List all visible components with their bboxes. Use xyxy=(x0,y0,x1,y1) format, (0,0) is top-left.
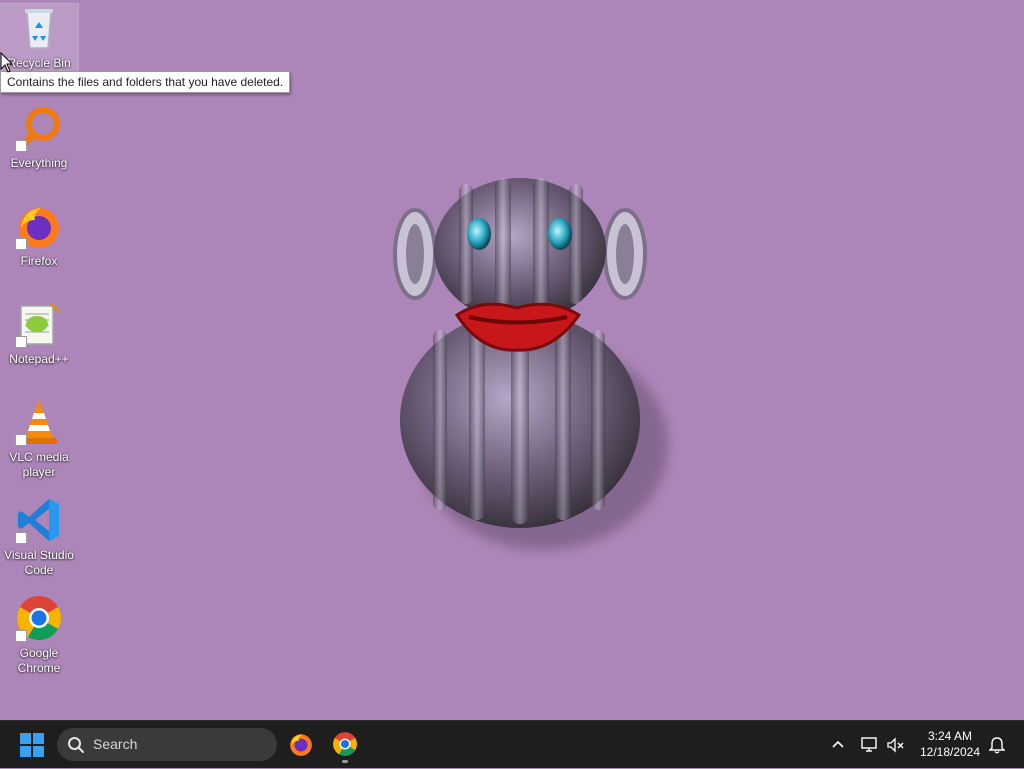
clock-time: 3:24 AM xyxy=(927,729,973,743)
desktop-icon-label: VLC media player xyxy=(9,450,69,479)
wallpaper-figure-image xyxy=(393,178,668,550)
chevron-up-icon xyxy=(832,740,844,748)
shortcut-arrow-icon xyxy=(15,630,27,642)
firefox-icon xyxy=(290,734,312,756)
clock-date: 12/18/2024 xyxy=(919,745,981,759)
shortcut-arrow-icon xyxy=(15,238,27,250)
desktop-icon-vscode[interactable]: Visual Studio Code xyxy=(0,496,78,578)
desktop-icon-label: Firefox xyxy=(20,254,58,268)
desktop-icon-label: Notepad++ xyxy=(9,352,69,366)
shortcut-arrow-icon xyxy=(15,336,27,348)
taskbar-app-firefox[interactable] xyxy=(283,727,319,761)
notepad-plus-plus-icon xyxy=(15,300,63,348)
chrome-icon xyxy=(333,732,357,756)
desktop[interactable]: Recycle Bin Everything Firefox Notepad++… xyxy=(0,0,1024,720)
tray-overflow-button[interactable] xyxy=(828,721,848,769)
desktop-icon-firefox[interactable]: Firefox xyxy=(0,202,78,269)
volume-button[interactable] xyxy=(884,721,908,769)
shortcut-arrow-icon xyxy=(15,532,27,544)
search-placeholder: Search xyxy=(93,736,138,752)
start-button[interactable] xyxy=(14,729,50,761)
running-indicator xyxy=(342,760,348,763)
vlc-cone-icon xyxy=(15,398,63,446)
recycle-bin-tooltip: Contains the files and folders that you … xyxy=(0,71,291,93)
recycle-bin-icon xyxy=(15,4,63,52)
desktop-icon-notepad-plus-plus[interactable]: Notepad++ xyxy=(0,300,78,367)
network-icon xyxy=(861,737,877,752)
network-button[interactable] xyxy=(858,721,882,769)
search-icon xyxy=(68,737,84,753)
desktop-icon-vlc[interactable]: VLC media player xyxy=(0,398,78,480)
everything-search-icon xyxy=(15,104,63,152)
volume-muted-icon xyxy=(887,737,904,753)
notification-button[interactable] xyxy=(986,721,1008,769)
vscode-icon xyxy=(15,496,63,544)
firefox-icon xyxy=(15,202,63,250)
taskbar: Search 3:24 AM 12/18/2024 xyxy=(0,720,1024,768)
notification-bell-icon xyxy=(989,737,1005,754)
mouse-cursor-icon xyxy=(0,52,14,73)
desktop-icon-everything[interactable]: Everything xyxy=(0,104,78,171)
taskbar-search-box[interactable]: Search xyxy=(57,728,277,761)
shortcut-arrow-icon xyxy=(15,434,27,446)
windows-logo-icon xyxy=(20,733,44,757)
desktop-icon-label: Google Chrome xyxy=(17,646,61,675)
chrome-icon xyxy=(15,594,63,642)
desktop-icon-chrome[interactable]: Google Chrome xyxy=(0,594,78,676)
taskbar-app-chrome[interactable] xyxy=(327,727,363,763)
shortcut-arrow-icon xyxy=(15,140,27,152)
desktop-icon-label: Visual Studio Code xyxy=(4,548,74,577)
taskbar-clock[interactable]: 3:24 AM 12/18/2024 xyxy=(912,728,988,760)
desktop-icon-label: Everything xyxy=(10,156,68,170)
